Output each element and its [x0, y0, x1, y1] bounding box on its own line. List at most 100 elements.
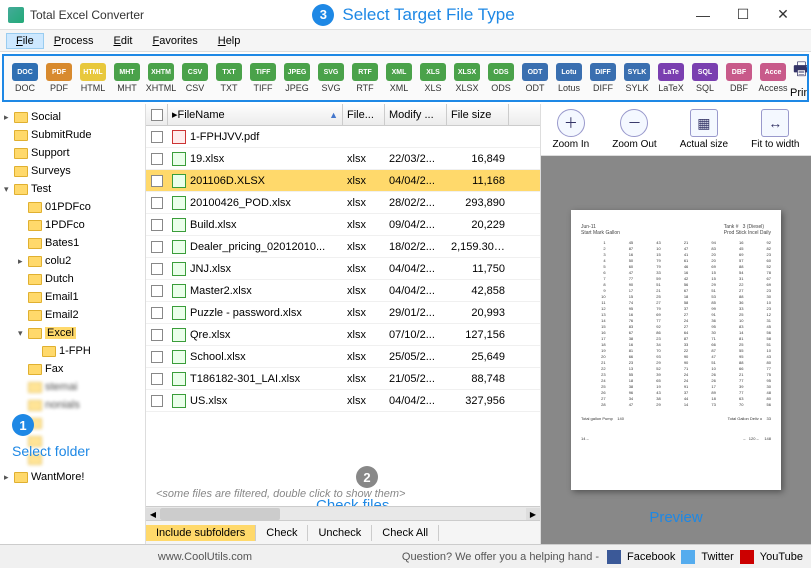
- format-tiff-button[interactable]: TIFFTIFF: [246, 63, 280, 93]
- maximize-button[interactable]: ☐: [723, 1, 763, 29]
- file-row[interactable]: T186182-301_LAI.xlsxxlsx21/05/2...88,748: [146, 368, 540, 390]
- horizontal-scrollbar[interactable]: ◀ ▶: [146, 506, 540, 520]
- file-checkbox[interactable]: [151, 131, 163, 143]
- format-access-button[interactable]: AcceAccess: [756, 63, 790, 93]
- close-button[interactable]: ✕: [763, 1, 803, 29]
- scroll-right-arrow[interactable]: ▶: [526, 508, 540, 520]
- format-svg-button[interactable]: SVGSVG: [314, 63, 348, 93]
- file-checkbox[interactable]: [151, 329, 163, 341]
- tree-item[interactable]: ▾Excel: [0, 324, 145, 342]
- tree-item[interactable]: Surveys: [0, 162, 145, 180]
- minimize-button[interactable]: —: [683, 1, 723, 29]
- format-csv-button[interactable]: CSVCSV: [178, 63, 212, 93]
- tree-item[interactable]: Bates1: [0, 234, 145, 252]
- menu-edit[interactable]: Edit: [104, 33, 143, 49]
- file-row[interactable]: US.xlsxxlsx04/04/2...327,956: [146, 390, 540, 412]
- tree-item[interactable]: 1-FPH: [0, 342, 145, 360]
- tree-item[interactable]: ▸colu2: [0, 252, 145, 270]
- file-row[interactable]: JNJ.xlsxxlsx04/04/2...11,750: [146, 258, 540, 280]
- tree-item[interactable]: 01PDFco: [0, 198, 145, 216]
- actual-size-button[interactable]: ▦Actual size: [680, 109, 728, 150]
- format-xml-button[interactable]: XMLXML: [382, 63, 416, 93]
- format-pdf-button[interactable]: PDFPDF: [42, 63, 76, 93]
- menu-file[interactable]: File: [6, 33, 44, 49]
- file-checkbox[interactable]: [151, 219, 163, 231]
- file-row[interactable]: 19.xlsxxlsx22/03/2...16,849: [146, 148, 540, 170]
- file-row[interactable]: Build.xlsxxlsx09/04/2...20,229: [146, 214, 540, 236]
- file-checkbox[interactable]: [151, 263, 163, 275]
- facebook-icon[interactable]: [607, 550, 621, 564]
- column-checkbox[interactable]: [146, 104, 168, 125]
- tree-item[interactable]: ▸WantMore!: [0, 468, 145, 486]
- tree-item[interactable]: SubmitRude: [0, 126, 145, 144]
- tree-item[interactable]: Dutch: [0, 270, 145, 288]
- format-odt-button[interactable]: ODTODT: [518, 63, 552, 93]
- uncheck-button[interactable]: Uncheck: [308, 525, 372, 541]
- twitter-icon[interactable]: [681, 550, 695, 564]
- preview-area[interactable]: Jun-11Start Mark GallonTank # 3 (Diesel)…: [541, 156, 811, 544]
- zoom-in-button[interactable]: ＋Zoom In: [553, 109, 590, 150]
- file-checkbox[interactable]: [151, 285, 163, 297]
- file-list[interactable]: 1-FPHJVV.pdf19.xlsxxlsx22/03/2...16,8492…: [146, 126, 540, 482]
- file-checkbox[interactable]: [151, 175, 163, 187]
- youtube-link[interactable]: YouTube: [760, 551, 803, 563]
- format-latex-button[interactable]: LaTeLaTeX: [654, 63, 688, 93]
- menu-favorites[interactable]: Favorites: [142, 33, 207, 49]
- column-ext[interactable]: File...: [343, 104, 385, 125]
- format-doc-button[interactable]: DOCDOC: [8, 63, 42, 93]
- file-checkbox[interactable]: [151, 307, 163, 319]
- file-row[interactable]: 201106D.XLSXxlsx04/04/2...11,168: [146, 170, 540, 192]
- file-checkbox[interactable]: [151, 395, 163, 407]
- format-txt-button[interactable]: TXTTXT: [212, 63, 246, 93]
- check-all-button[interactable]: Check All: [372, 525, 439, 541]
- format-xhtml-button[interactable]: XHTMXHTML: [144, 63, 178, 93]
- include-subfolders-button[interactable]: Include subfolders: [146, 525, 256, 541]
- folder-tree[interactable]: ▸SocialSubmitRudeSupportSurveys▾Test01PD…: [0, 104, 146, 544]
- file-row[interactable]: Dealer_pricing_02012010...xlsx18/02/2...…: [146, 236, 540, 258]
- file-checkbox[interactable]: [151, 153, 163, 165]
- format-html-button[interactable]: HTMLHTML: [76, 63, 110, 93]
- file-checkbox[interactable]: [151, 351, 163, 363]
- format-dbf-button[interactable]: DBFDBF: [722, 63, 756, 93]
- file-row[interactable]: Master2.xlsxxlsx04/04/2...42,858: [146, 280, 540, 302]
- file-row[interactable]: 1-FPHJVV.pdf: [146, 126, 540, 148]
- tree-item[interactable]: ▸Social: [0, 108, 145, 126]
- tree-item[interactable]: Support: [0, 144, 145, 162]
- tree-item[interactable]: stemai: [0, 378, 145, 396]
- file-row[interactable]: Puzzle - password.xlsxxlsx29/01/2...20,9…: [146, 302, 540, 324]
- format-mht-button[interactable]: MHTMHT: [110, 63, 144, 93]
- fit-width-button[interactable]: ↔Fit to width: [751, 109, 799, 150]
- file-checkbox[interactable]: [151, 197, 163, 209]
- twitter-link[interactable]: Twitter: [701, 551, 733, 563]
- tree-item[interactable]: Email1: [0, 288, 145, 306]
- format-ods-button[interactable]: ODSODS: [484, 63, 518, 93]
- format-sylk-button[interactable]: SYLKSYLK: [620, 63, 654, 93]
- file-row[interactable]: 20100426_POD.xlsxxlsx28/02/2...293,890: [146, 192, 540, 214]
- zoom-out-button[interactable]: －Zoom Out: [612, 109, 656, 150]
- format-xlsx-button[interactable]: XLSXXLSX: [450, 63, 484, 93]
- format-jpeg-button[interactable]: JPEGJPEG: [280, 63, 314, 93]
- file-checkbox[interactable]: [151, 373, 163, 385]
- check-button[interactable]: Check: [256, 525, 308, 541]
- print-button[interactable]: 🖶 Print: [790, 57, 809, 99]
- tree-item[interactable]: ▾Test: [0, 180, 145, 198]
- tree-item[interactable]: 1PDFco: [0, 216, 145, 234]
- menu-process[interactable]: Process: [44, 33, 104, 49]
- format-xls-button[interactable]: XLSXLS: [416, 63, 450, 93]
- facebook-link[interactable]: Facebook: [627, 551, 675, 563]
- column-size[interactable]: File size: [447, 104, 509, 125]
- file-row[interactable]: School.xlsxxlsx25/05/2...25,649: [146, 346, 540, 368]
- format-sql-button[interactable]: SQLSQL: [688, 63, 722, 93]
- scroll-left-arrow[interactable]: ◀: [146, 508, 160, 520]
- file-checkbox[interactable]: [151, 241, 163, 253]
- tree-item[interactable]: Email2: [0, 306, 145, 324]
- scroll-thumb[interactable]: [160, 508, 280, 520]
- format-lotus-button[interactable]: LotuLotus: [552, 63, 586, 93]
- format-diff-button[interactable]: DIFFDIFF: [586, 63, 620, 93]
- tree-item[interactable]: Fax: [0, 360, 145, 378]
- column-filename[interactable]: ▸ FileName▲: [168, 104, 343, 125]
- column-modify[interactable]: Modify ...: [385, 104, 447, 125]
- format-rtf-button[interactable]: RTFRTF: [348, 63, 382, 93]
- file-row[interactable]: Qre.xlsxxlsx07/10/2...127,156: [146, 324, 540, 346]
- youtube-icon[interactable]: [740, 550, 754, 564]
